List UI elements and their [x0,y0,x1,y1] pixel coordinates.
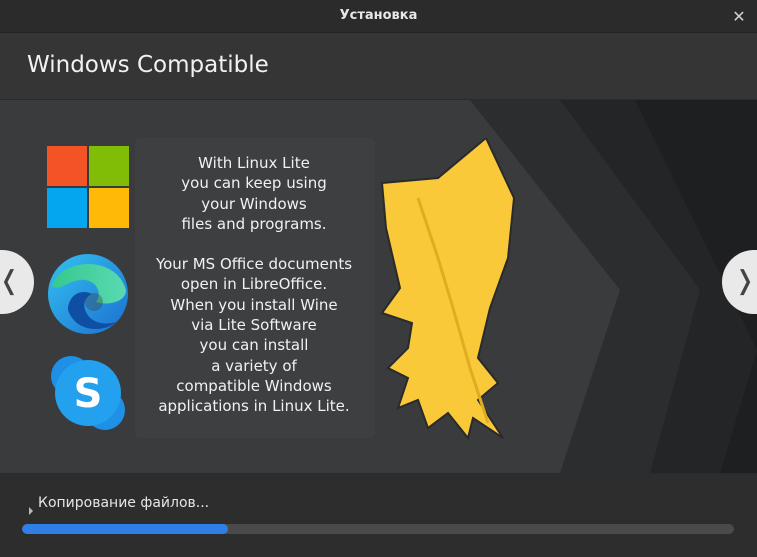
slide-description: With Linux Lite you can keep using your … [138,153,370,417]
skype-icon: S [51,356,125,430]
status-text: Копирование файлов... [38,495,210,511]
edge-browser-icon [48,254,128,334]
page-title: Windows Compatible [27,52,269,78]
linux-lite-feather-logo [380,138,516,441]
chevron-right-icon: ❭ [734,266,756,296]
slide-paragraph-1: With Linux Lite you can keep using your … [181,154,327,233]
close-button[interactable]: ✕ [731,9,747,25]
status-area: Копирование файлов... [0,474,757,557]
progress-bar [22,524,734,534]
skype-letter: S [74,371,103,417]
chevron-left-icon: ❬ [0,266,20,296]
title-bar: Установка ✕ [0,0,757,33]
status-marker-icon [29,507,33,515]
slideshow: S With Linux Lite you can keep using you… [0,100,757,473]
windows-logo-icon [47,146,129,228]
close-icon: ✕ [732,7,746,26]
installer-window: Установка ✕ Windows Compatible S With Li… [0,0,757,557]
progress-fill [22,524,229,534]
page-header: Windows Compatible [0,33,757,99]
slide-paragraph-2: Your MS Office documents open in LibreOf… [155,255,353,416]
window-title: Установка [339,8,418,23]
